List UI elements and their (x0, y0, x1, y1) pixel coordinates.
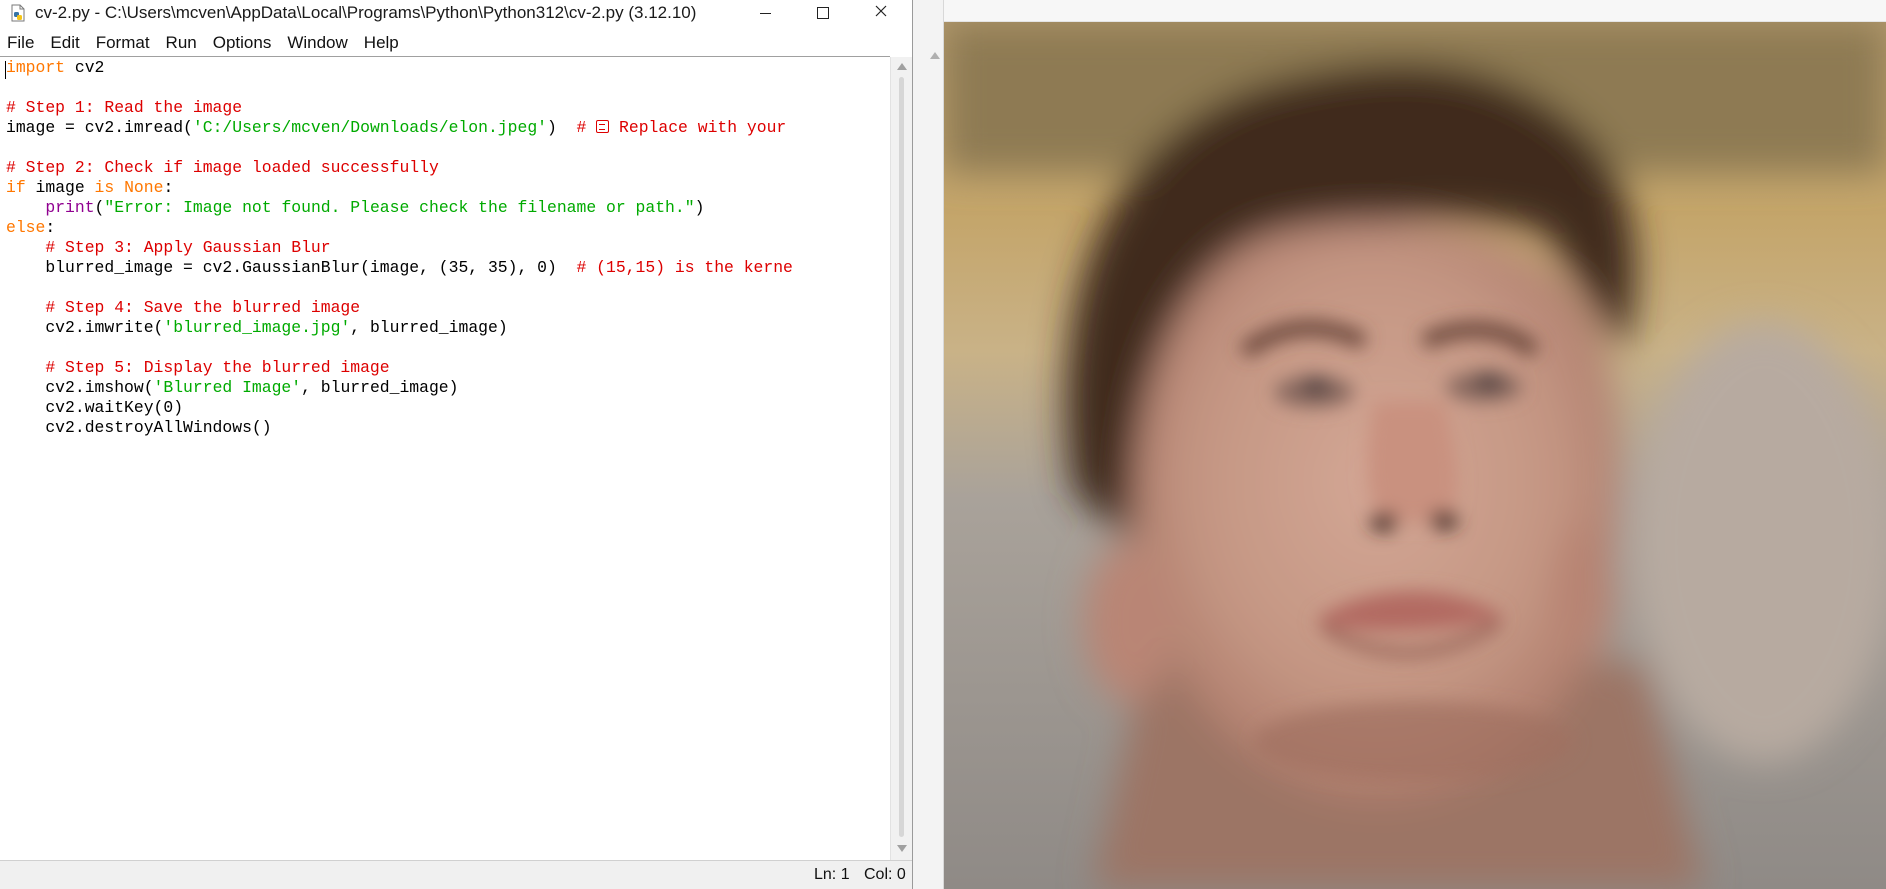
maximize-button[interactable] (794, 0, 852, 26)
code-text: image = cv2.imread( (6, 118, 193, 137)
comment-replace: Replace with your (609, 118, 787, 137)
comment-step4: # Step 4: Save the blurred image (6, 298, 361, 317)
code-line-1: import cv2 (6, 58, 104, 77)
scroll-up-arrow-icon[interactable] (930, 52, 940, 59)
scrollbar-thumb[interactable] (899, 77, 904, 837)
close-icon (875, 4, 887, 22)
code-line-7: if image is None: (6, 178, 173, 197)
code-line-14: cv2.imwrite('blurred_image.jpg', blurred… (6, 318, 508, 337)
python-file-icon (9, 4, 27, 22)
code-line-17: cv2.imshow('Blurred Image', blurred_imag… (6, 378, 458, 397)
text-cursor (5, 61, 6, 79)
vertical-scrollbar[interactable] (890, 57, 912, 860)
kw-if: if (6, 178, 26, 197)
maximize-icon (817, 7, 829, 19)
kw-import: import (6, 58, 66, 77)
comment-kernel: # (15,15) is the kerne (576, 258, 793, 277)
code-text: , blurred_image) (350, 318, 508, 337)
idle-editor-window: cv-2.py - C:\Users\mcven\AppData\Local\P… (0, 0, 913, 889)
comment-hash: # (576, 118, 597, 137)
code-text: cv2.imwrite( (6, 318, 164, 337)
code-text: ) (694, 198, 705, 217)
status-line: Ln: 1 (814, 866, 850, 883)
image-viewer-window (944, 0, 1886, 889)
comment-step5: # Step 5: Display the blurred image (6, 358, 390, 377)
kw-is: is (94, 178, 115, 197)
code-line-19: cv2.destroyAllWindows() (6, 418, 272, 437)
scroll-up-arrow-icon[interactable] (897, 63, 907, 70)
code-line-11: blurred_image = cv2.GaussianBlur(image, … (6, 258, 793, 277)
menu-bar: File Edit Format Run Options Window Help (0, 30, 912, 55)
comment-step1: # Step 1: Read the image (6, 98, 243, 117)
image-window-titlebar[interactable] (944, 0, 1886, 22)
code-line-18: cv2.waitKey(0) (6, 398, 184, 417)
status-bar: Ln: 1 Col: 0 (0, 860, 912, 889)
code-text: cv2 (65, 58, 105, 77)
menu-help[interactable]: Help (356, 30, 407, 55)
minimize-button[interactable] (736, 0, 794, 26)
code-text: : (45, 218, 56, 237)
background-window-edge (913, 0, 944, 889)
code-text: : (163, 178, 174, 197)
string-window-name: 'Blurred Image' (153, 378, 302, 397)
title-bar[interactable]: cv-2.py - C:\Users\mcven\AppData\Local\P… (0, 0, 912, 26)
code-text: cv2.imshow( (6, 378, 154, 397)
emoji-icon (596, 120, 610, 133)
close-button[interactable] (852, 0, 910, 26)
code-editor[interactable]: import cv2 # Step 1: Read the image imag… (0, 57, 890, 860)
code-text: image (25, 178, 95, 197)
scroll-down-arrow-icon[interactable] (897, 845, 907, 852)
comment-step2: # Step 2: Check if image loaded successf… (6, 158, 439, 177)
string-path: 'C:/Users/mcven/Downloads/elon.jpeg' (192, 118, 547, 137)
builtin-print: print (45, 198, 95, 217)
menu-file[interactable]: File (0, 30, 42, 55)
status-column: Col: 0 (864, 866, 906, 883)
menu-options[interactable]: Options (205, 30, 280, 55)
code-text: blurred_image = cv2.GaussianBlur(image, … (6, 258, 577, 277)
string-filename: 'blurred_image.jpg' (163, 318, 351, 337)
code-line-4: image = cv2.imread('C:/Users/mcven/Downl… (6, 118, 786, 137)
source-code: import cv2 # Step 1: Read the image imag… (6, 58, 793, 438)
code-line-9: else: (6, 218, 55, 237)
code-text: , blurred_image) (301, 378, 459, 397)
code-text: ) (547, 118, 577, 137)
menu-window[interactable]: Window (279, 30, 355, 55)
menu-run[interactable]: Run (158, 30, 205, 55)
kw-else: else (6, 218, 46, 237)
menu-format[interactable]: Format (88, 30, 158, 55)
minimize-icon (759, 12, 771, 14)
code-line-8: print("Error: Image not found. Please ch… (6, 198, 704, 217)
menu-edit[interactable]: Edit (42, 30, 87, 55)
string-error: "Error: Image not found. Please check th… (104, 198, 695, 217)
code-text: ( (94, 198, 105, 217)
window-title: cv-2.py - C:\Users\mcven\AppData\Local\P… (35, 3, 697, 22)
kw-none: None (124, 178, 164, 197)
comment-step3: # Step 3: Apply Gaussian Blur (6, 238, 331, 257)
blurred-image (944, 22, 1886, 889)
